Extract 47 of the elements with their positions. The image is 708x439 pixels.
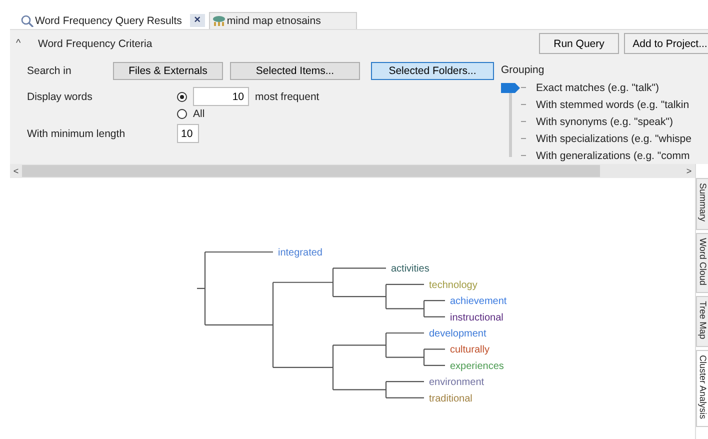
count-field[interactable]: 10 [193, 87, 249, 106]
horizontal-scrollbar[interactable]: < > [10, 164, 695, 178]
close-button[interactable]: × [190, 14, 205, 27]
word-label: integrated [278, 248, 322, 258]
scroll-right-button[interactable]: > [683, 166, 695, 176]
word-label: environment [429, 377, 484, 388]
word-label: achievement [450, 296, 507, 308]
word-label: traditional [429, 393, 472, 404]
grouping-option[interactable]: With synonyms (e.g. "speak") [536, 116, 673, 128]
radio-label: All [193, 108, 205, 120]
mind-map-icon [212, 15, 226, 27]
min-length-field[interactable]: 10 [177, 124, 199, 143]
grouping-option[interactable]: With stemmed words (e.g. "talkin [536, 98, 690, 110]
scope-button[interactable]: Selected Items... [230, 62, 360, 80]
grouping-option[interactable]: Exact matches (e.g. "talk") [536, 82, 659, 94]
tab-label: mind map etnosains [226, 15, 321, 27]
search-in-label: Search in [27, 64, 72, 76]
action-button[interactable]: Run Query [539, 33, 619, 54]
word-label: activities [391, 264, 430, 275]
scroll-left-button[interactable]: < [10, 166, 22, 176]
radio-button[interactable] [177, 109, 187, 119]
display-words-label: Display words [27, 91, 94, 103]
grouping-option[interactable]: With generalizations (e.g. "comm [536, 150, 690, 162]
min-length-label: With minimum length [27, 128, 126, 140]
tab-label: Word Frequency Query Results [35, 14, 182, 26]
document-tab[interactable]: mind map etnosains [208, 12, 357, 29]
word-label: experiences [450, 360, 504, 372]
grouping-option[interactable]: With specializations (e.g. "whispe [536, 132, 692, 144]
grouping-label: Grouping [501, 63, 546, 78]
scope-button[interactable]: Files & Externals [113, 62, 223, 80]
word-label: development [429, 328, 486, 340]
view-tab[interactable]: Tree Map [696, 296, 708, 348]
collapse-icon[interactable]: ^ [16, 38, 28, 49]
panel-title: Word Frequency Criteria [38, 38, 152, 50]
radio-button[interactable] [177, 92, 187, 102]
scope-button[interactable]: Selected Folders... [371, 62, 494, 80]
view-tab[interactable]: Word Cloud [696, 232, 708, 293]
word-label: culturally [450, 344, 490, 356]
word-label: technology [429, 280, 478, 291]
slider-thumb[interactable] [501, 83, 521, 93]
word-label: instructional [450, 312, 504, 324]
view-tab[interactable]: Summary [696, 178, 708, 230]
suffix-label: most frequent [255, 90, 320, 102]
action-button[interactable]: Add to Project... [624, 33, 708, 54]
view-tab[interactable]: Cluster Analysis [696, 350, 708, 428]
query-icon [20, 14, 34, 26]
grouping-slider[interactable] [501, 83, 521, 157]
